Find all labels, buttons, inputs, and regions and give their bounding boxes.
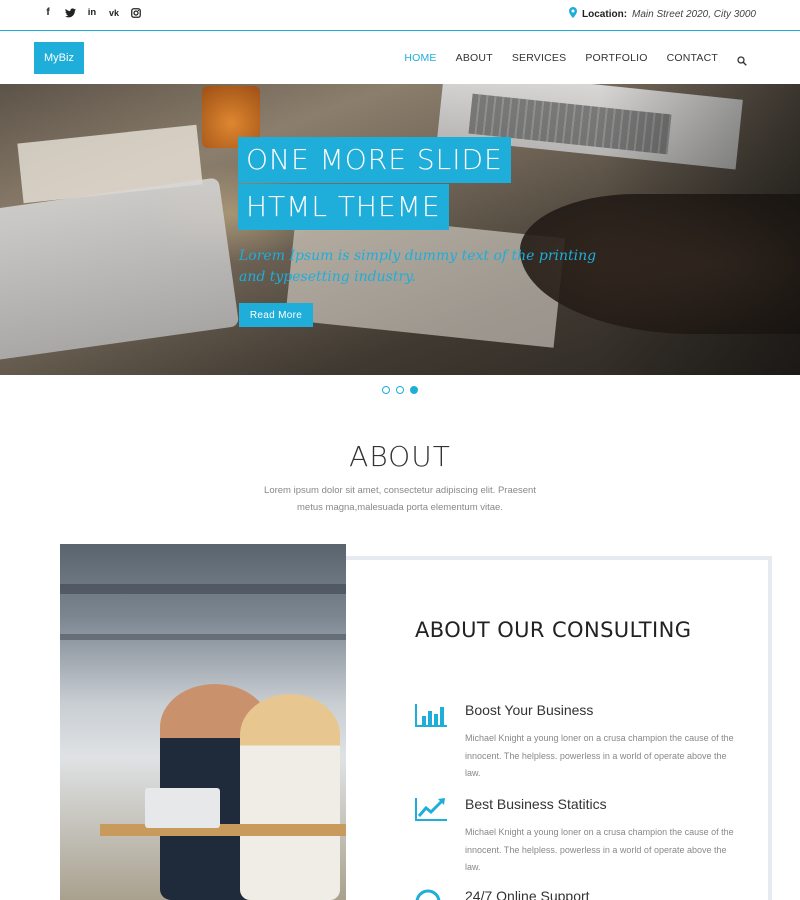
feature-title: Boost Your Business xyxy=(465,702,594,718)
location-info: Location: Main Street 2020, City 3000 xyxy=(569,7,756,21)
logo[interactable]: MyBiz xyxy=(34,42,84,74)
feature-title: Best Business Statitics xyxy=(465,796,607,812)
bar-chart-icon xyxy=(414,702,448,728)
feature-title: 24/7 Online Support xyxy=(465,888,590,900)
feature-description: Michael Knight a young loner on a crusa … xyxy=(465,733,734,778)
facebook-icon[interactable]: f xyxy=(42,6,54,20)
about-photo xyxy=(60,544,346,900)
nav-contact[interactable]: CONTACT xyxy=(667,52,718,64)
about-title: ABOUT xyxy=(349,440,451,473)
location-label: Location: xyxy=(582,8,628,20)
feature-description: Michael Knight a young loner on a crusa … xyxy=(465,827,734,872)
main-header: MyBiz HOME ABOUT SERVICES PORTFOLIO CONT… xyxy=(0,32,800,84)
linkedin-icon[interactable]: in xyxy=(86,6,98,20)
hero-title-line-2: HTML THEME xyxy=(238,184,449,230)
search-icon[interactable] xyxy=(737,53,748,66)
nav-home[interactable]: HOME xyxy=(404,52,436,64)
trend-up-icon xyxy=(414,796,448,822)
nav-portfolio[interactable]: PORTFOLIO xyxy=(585,52,647,64)
location-value: Main Street 2020, City 3000 xyxy=(632,8,756,20)
top-bar: f in vk Location: Main Street 2020, City… xyxy=(0,0,800,31)
slider-dot-1[interactable] xyxy=(382,386,390,394)
hero-subtitle: Lorem Ipsum is simply dummy text of the … xyxy=(239,248,597,285)
slider-dot-3[interactable] xyxy=(410,386,418,394)
twitter-icon[interactable] xyxy=(64,6,76,20)
main-nav: HOME ABOUT SERVICES PORTFOLIO CONTACT xyxy=(404,52,748,66)
nav-services[interactable]: SERVICES xyxy=(512,52,567,64)
about-intro-text: Lorem ipsum dolor sit amet, consectetur … xyxy=(264,485,536,513)
vk-icon[interactable]: vk xyxy=(108,6,120,20)
read-more-button[interactable]: Read More xyxy=(239,303,313,327)
about-card-title: ABOUT OUR CONSULTING xyxy=(415,618,692,642)
instagram-icon[interactable] xyxy=(130,6,142,20)
hero-title-line-1: ONE MORE SLIDE xyxy=(238,137,511,183)
slider-dot-2[interactable] xyxy=(396,386,404,394)
nav-about[interactable]: ABOUT xyxy=(456,52,493,64)
slider-dots xyxy=(382,386,418,394)
map-pin-icon xyxy=(569,7,578,21)
social-links: f in vk xyxy=(42,6,142,20)
support-icon xyxy=(414,888,448,900)
